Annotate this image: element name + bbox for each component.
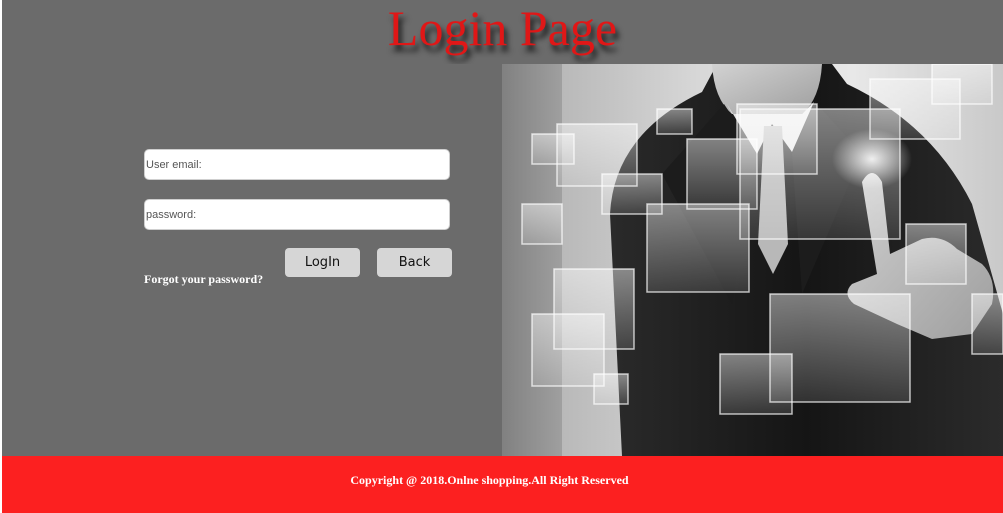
page: Login Page LogIn Back Forgot your passwo… <box>0 0 1003 513</box>
main-area: LogIn Back Forgot your password? <box>2 64 1003 456</box>
page-title: Login Page <box>387 0 618 56</box>
login-button[interactable]: LogIn <box>285 248 360 277</box>
login-form: LogIn Back Forgot your password? <box>2 64 502 456</box>
forgot-password-link[interactable]: Forgot your password? <box>144 272 263 287</box>
email-field[interactable] <box>144 149 450 180</box>
password-field[interactable] <box>144 199 450 230</box>
header: Login Page <box>2 0 1003 64</box>
hero-illustration <box>502 64 1003 456</box>
hero-image <box>502 64 1003 456</box>
back-button[interactable]: Back <box>377 248 452 277</box>
copyright-text: Copyright @ 2018.Onlne shopping.All Righ… <box>350 473 629 487</box>
footer: Copyright @ 2018.Onlne shopping.All Righ… <box>2 456 1003 513</box>
